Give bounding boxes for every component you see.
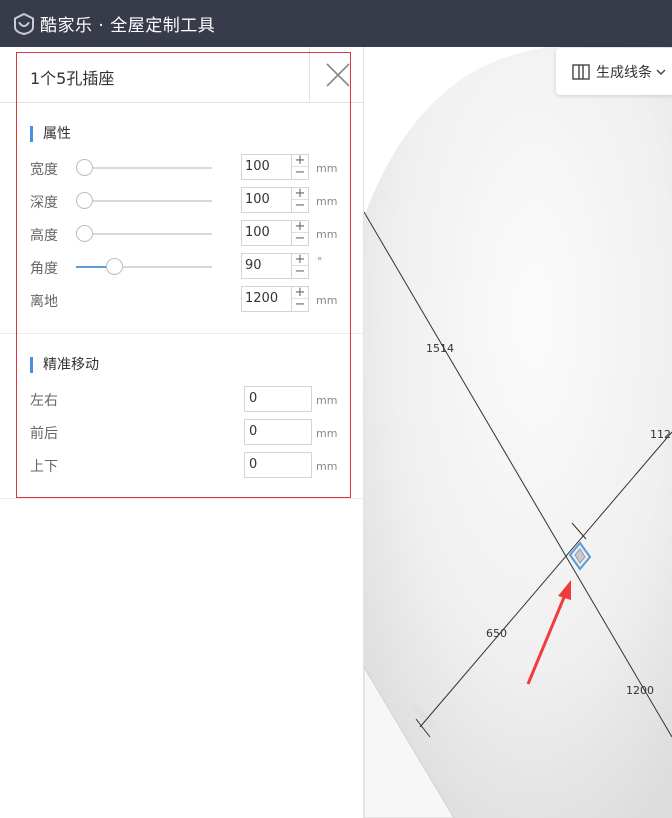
minus-icon[interactable]: −: [292, 199, 308, 212]
height-stepper[interactable]: + −: [291, 220, 309, 246]
logo-icon: [14, 12, 34, 35]
width-label: 宽度: [30, 162, 58, 178]
dimension-label-112: 112: [650, 428, 671, 441]
angle-unit: °: [317, 255, 323, 268]
slider-thumb[interactable]: [76, 225, 93, 242]
panel-header: 1个5孔插座: [0, 47, 364, 103]
properties-panel: 1个5孔插座 属性 宽度 100 + − mm 深度 100 + − mm 高度…: [0, 47, 364, 818]
up-down-unit: mm: [316, 460, 338, 473]
width-slider[interactable]: [76, 159, 212, 177]
section-title-precise-move: 精准移动: [30, 357, 99, 373]
generate-lines-icon: [572, 63, 590, 80]
floor-height-stepper[interactable]: + −: [291, 286, 309, 312]
front-back-label: 前后: [30, 426, 58, 442]
depth-input[interactable]: 100: [241, 187, 292, 213]
depth-stepper[interactable]: + −: [291, 187, 309, 213]
dimension-label-1514: 1514: [426, 342, 454, 355]
minus-icon[interactable]: −: [292, 232, 308, 245]
angle-slider[interactable]: [76, 258, 212, 276]
dimension-label-1200: 1200: [626, 684, 654, 697]
close-icon: [326, 63, 350, 87]
front-back-unit: mm: [316, 427, 338, 440]
slider-thumb[interactable]: [106, 258, 123, 275]
depth-label: 深度: [30, 195, 58, 211]
design-canvas[interactable]: 1514 112 650 1200: [364, 47, 672, 818]
minus-icon[interactable]: −: [292, 265, 308, 278]
angle-label: 角度: [30, 261, 58, 277]
left-right-input[interactable]: 0: [244, 386, 312, 412]
height-input[interactable]: 100: [241, 220, 292, 246]
angle-input[interactable]: 90: [241, 253, 292, 279]
chevron-down-icon: [656, 69, 666, 75]
generate-lines-button[interactable]: 生成线条: [556, 48, 672, 95]
front-back-input[interactable]: 0: [244, 419, 312, 445]
section-divider: [0, 333, 364, 334]
minus-icon[interactable]: −: [292, 298, 308, 311]
depth-slider[interactable]: [76, 192, 212, 210]
floor-height-unit: mm: [316, 294, 338, 307]
generate-lines-label: 生成线条: [596, 64, 652, 81]
minus-icon[interactable]: −: [292, 166, 308, 179]
dimension-label-650: 650: [486, 627, 507, 640]
height-unit: mm: [316, 228, 338, 241]
panel-bottom-divider: [0, 498, 364, 499]
floor-height-input[interactable]: 1200: [241, 286, 292, 312]
up-down-input[interactable]: 0: [244, 452, 312, 478]
width-input[interactable]: 100: [241, 154, 292, 180]
depth-unit: mm: [316, 195, 338, 208]
left-right-unit: mm: [316, 394, 338, 407]
slider-thumb[interactable]: [76, 159, 93, 176]
wall-surface: [364, 47, 672, 818]
up-down-label: 上下: [30, 459, 58, 475]
floor-height-label: 离地: [30, 294, 58, 310]
top-bar: 酷家乐 · 全屋定制工具: [0, 0, 672, 47]
slider-thumb[interactable]: [76, 192, 93, 209]
panel-title: 1个5孔插座: [30, 69, 115, 88]
height-slider[interactable]: [76, 225, 212, 243]
close-button[interactable]: [309, 47, 364, 103]
width-unit: mm: [316, 162, 338, 175]
height-label: 高度: [30, 228, 58, 244]
angle-stepper[interactable]: + −: [291, 253, 309, 279]
left-right-label: 左右: [30, 393, 58, 409]
section-title-attributes: 属性: [30, 126, 71, 142]
app-title: 酷家乐 · 全屋定制工具: [40, 16, 216, 36]
width-stepper[interactable]: + −: [291, 154, 309, 180]
